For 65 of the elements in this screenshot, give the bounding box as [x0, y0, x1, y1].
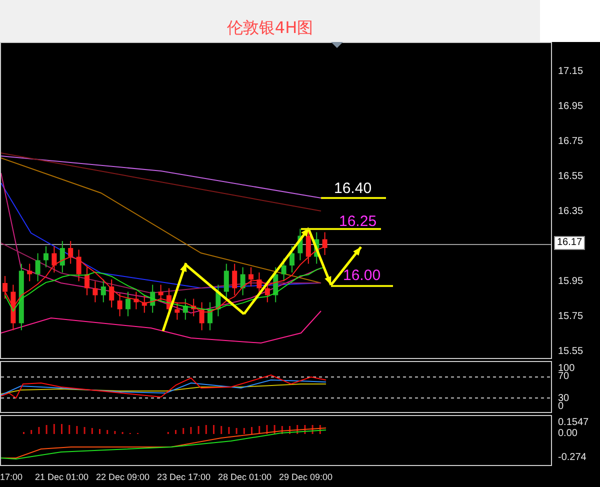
- macd-axis-label: -0.274: [558, 452, 586, 464]
- candlestick: [126, 291, 130, 317]
- candlestick: [44, 246, 48, 268]
- chart-title: 伦敦银4H图: [226, 18, 314, 38]
- candlestick: [2, 275, 8, 300]
- candlestick: [322, 232, 328, 256]
- candlestick: [174, 302, 180, 320]
- time-axis-label: 28 Dec 01:00: [218, 472, 273, 482]
- candlestick: [314, 232, 320, 264]
- candlestick: [232, 263, 238, 296]
- candlestick: [27, 263, 32, 282]
- candlestick: [35, 252, 40, 282]
- time-axis-label: 29 Dec 09:00: [279, 472, 334, 482]
- candlestick: [199, 302, 204, 331]
- time-axis-label: 23 Dec 17:00: [157, 472, 212, 482]
- candlestick: [60, 240, 65, 273]
- candlestick: [240, 266, 246, 296]
- price-level-label: 16.40: [334, 180, 372, 197]
- level-line: [321, 196, 386, 199]
- candlestick: [273, 266, 278, 303]
- price-axis-label: 15.55: [558, 346, 584, 358]
- time-axis-label: 21 Dec 01:00: [35, 472, 90, 482]
- candlestick: [290, 246, 294, 273]
- candlestick: [10, 284, 16, 331]
- level-line: [331, 284, 393, 287]
- candlestick: [208, 302, 212, 331]
- time-axis-label: 22 Dec 09:00: [96, 472, 151, 482]
- price-axis-label: 17.15: [558, 66, 584, 78]
- candlestick: [100, 278, 106, 303]
- price-axis-label: 16.95: [558, 100, 584, 113]
- price-axis-label: 15.75: [558, 310, 584, 323]
- candlestick: [281, 258, 286, 282]
- candlestick: [52, 246, 57, 273]
- candlestick: [248, 266, 254, 287]
- candlestick: [134, 291, 139, 310]
- oscillator-axis-label: 0: [558, 401, 564, 414]
- trend-line: [185, 264, 245, 315]
- candlestick: [92, 280, 98, 303]
- macd-axis-label: 0.00: [558, 428, 578, 440]
- current-price-tag: 16.17: [554, 236, 586, 250]
- candlestick: [84, 266, 90, 296]
- candlestick: [142, 294, 147, 314]
- price-axis-label: 16.75: [558, 136, 584, 148]
- candlestick: [224, 263, 229, 300]
- price-axis-label: 16.35: [558, 206, 584, 218]
- candlestick: [216, 284, 221, 317]
- candlestick: [298, 228, 303, 261]
- candlestick: [182, 298, 188, 320]
- trend-arrow: [162, 262, 188, 332]
- price-axis-label: 16.55: [558, 170, 584, 183]
- oscillator-axis-label: 70: [558, 371, 570, 384]
- candlestick: [68, 240, 74, 264]
- candlestick: [18, 263, 24, 331]
- candlestick: [191, 298, 196, 317]
- blank-panel: [540, 0, 600, 42]
- price-level-label: 16.25: [339, 212, 377, 230]
- price-level-label: 16.00: [343, 266, 381, 284]
- candlestick: [76, 249, 82, 282]
- candlestick: [158, 284, 164, 303]
- candlestick: [117, 292, 122, 317]
- time-axis-label: 17:00: [0, 472, 24, 482]
- macd-axis-label: 0.1547: [558, 417, 589, 429]
- price-axis-label: 15.95: [558, 276, 584, 288]
- candlestick: [150, 284, 156, 314]
- candlestick: [109, 278, 114, 308]
